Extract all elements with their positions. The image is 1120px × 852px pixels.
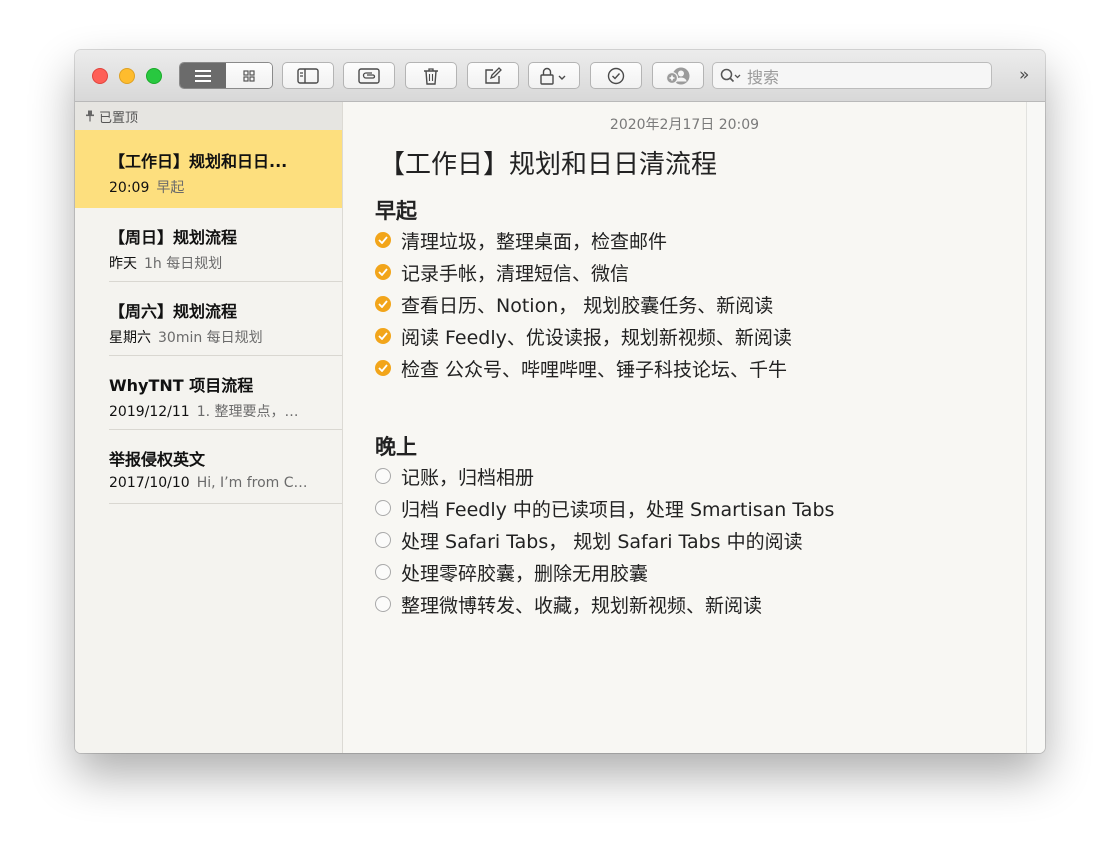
delete-button[interactable] (405, 62, 457, 89)
checklist-item: 处理零碎胶囊，删除无用胶囊 (375, 556, 834, 588)
note-meta: 20:09 早起 (109, 177, 342, 197)
checklist-item: 处理 Safari Tabs， 规划 Safari Tabs 中的阅读 (375, 524, 834, 556)
note-heading: 【工作日】规划和日日清流程 (379, 150, 718, 180)
toggle-sidebar-button[interactable] (282, 62, 334, 89)
note-title: 【工作日】规划和日日... (109, 152, 288, 171)
checklist-evening: 记账，归档相册 归档 Feedly 中的已读项目，处理 Smartisan Ta… (375, 460, 834, 620)
checklist-item: 清理垃圾，整理桌面，检查邮件 (375, 224, 792, 256)
grid-icon (243, 69, 255, 82)
sidebar-icon (297, 67, 319, 84)
note-meta: 2019/12/11 1. 整理要点，… (109, 401, 342, 421)
gallery-view-button[interactable] (226, 63, 272, 88)
lock-icon (540, 67, 566, 85)
note-meta: 星期六 30min 每日规划 (109, 327, 342, 347)
search-placeholder: 搜索 (747, 67, 780, 87)
note-time: 昨天 (109, 256, 137, 272)
note-meta: 2017/10/10 Hi, I’m from C… (109, 475, 342, 491)
toolbar-overflow-button[interactable]: » (1019, 65, 1029, 85)
checklist-item: 记录手帐，清理短信、微信 (375, 256, 792, 288)
note-time: 星期六 (109, 330, 151, 346)
note-time: 2017/10/10 (109, 475, 190, 491)
note-preview: 1. 整理要点，… (196, 404, 299, 420)
pinned-label: 已置顶 (99, 110, 139, 126)
note-time: 20:09 (109, 180, 150, 196)
attachment-browser-icon (358, 67, 380, 84)
checklist-morning: 清理垃圾，整理桌面，检查邮件 记录手帐，清理短信、微信 查看日历、Notion，… (375, 224, 792, 384)
checked-circle-icon[interactable] (375, 328, 391, 344)
checked-circle-icon[interactable] (375, 264, 391, 280)
checklist-item: 整理微博转发、收藏，规划新视频、新阅读 (375, 588, 834, 620)
note-list: 已置顶 【工作日】规划和日日... 20:09 早起 【周日】规划流程 昨天 1h … (75, 102, 343, 753)
zoom-window-button[interactable] (146, 68, 162, 84)
attachments-button[interactable] (343, 62, 395, 89)
unchecked-circle-icon[interactable] (375, 596, 391, 612)
view-mode-segmented-control (179, 62, 273, 89)
checklist-item-text[interactable]: 记账，归档相册 (401, 463, 534, 490)
note-title: 【周六】规划流程 (109, 302, 238, 321)
checklist-item-text[interactable]: 查看日历、Notion， 规划胶囊任务、新阅读 (401, 291, 773, 318)
search-field[interactable]: 搜索 (712, 62, 992, 89)
note-list-item[interactable]: 【工作日】规划和日日... 20:09 早起 (75, 130, 342, 208)
checklist-item: 查看日历、Notion， 规划胶囊任务、新阅读 (375, 288, 792, 320)
note-title: WhyTNT 项目流程 (109, 376, 254, 395)
search-icon (720, 68, 741, 82)
checklist-item-text[interactable]: 处理零碎胶囊，删除无用胶囊 (401, 559, 648, 586)
compose-icon (485, 66, 502, 84)
list-view-button[interactable] (180, 63, 226, 88)
section-heading-evening: 晚上 (375, 435, 417, 459)
note-preview: 早起 (156, 180, 185, 196)
close-window-button[interactable] (92, 68, 108, 84)
checked-circle-icon[interactable] (375, 360, 391, 376)
minimize-window-button[interactable] (119, 68, 135, 84)
add-people-icon (665, 67, 690, 84)
note-preview: 30min 每日规划 (158, 330, 263, 346)
unchecked-circle-icon[interactable] (375, 564, 391, 580)
note-list-item[interactable]: 【周六】规划流程 星期六 30min 每日规划 (75, 282, 342, 356)
pin-icon (86, 110, 94, 122)
pinned-section-header: 已置顶 (75, 102, 342, 130)
checklist-item-text[interactable]: 阅读 Feedly、优设读报，规划新视频、新阅读 (401, 323, 792, 350)
divider (109, 503, 342, 504)
note-time: 2019/12/11 (109, 404, 190, 420)
checklist-item-text[interactable]: 清理垃圾，整理桌面，检查邮件 (401, 227, 667, 254)
vertical-scrollbar[interactable] (1026, 102, 1045, 753)
checklist-item-text[interactable]: 记录手帐，清理短信、微信 (401, 259, 629, 286)
note-list-item[interactable]: 【周日】规划流程 昨天 1h 每日规划 (75, 208, 342, 282)
unchecked-circle-icon[interactable] (375, 468, 391, 484)
unchecked-circle-icon[interactable] (375, 500, 391, 516)
note-preview: Hi, I’m from C… (196, 475, 308, 491)
list-icon (195, 69, 211, 82)
toolbar: 搜索 » (75, 50, 1045, 102)
checklist-item: 归档 Feedly 中的已读项目，处理 Smartisan Tabs (375, 492, 834, 524)
note-title: 【周日】规划流程 (109, 228, 238, 247)
note-meta: 昨天 1h 每日规划 (109, 253, 342, 273)
checklist-icon (607, 67, 625, 84)
trash-icon (424, 67, 438, 85)
notes-window: 搜索 » 已置顶 【工作日】规划和日日... 20:09 早起 【周日】规划流程 … (75, 50, 1045, 753)
checklist-item-text[interactable]: 整理微博转发、收藏，规划新视频、新阅读 (401, 591, 762, 618)
checklist-item-text[interactable]: 检查 公众号、哔哩哔哩、锤子科技论坛、千牛 (401, 355, 787, 382)
note-preview: 1h 每日规划 (144, 256, 223, 272)
lock-note-button[interactable] (528, 62, 580, 89)
new-note-button[interactable] (467, 62, 519, 89)
note-editor[interactable]: 2020年2月17日 20:09 【工作日】规划和日日清流程 早起 清理垃圾，整… (343, 102, 1026, 753)
unchecked-circle-icon[interactable] (375, 532, 391, 548)
checked-circle-icon[interactable] (375, 296, 391, 312)
checklist-item: 阅读 Feedly、优设读报，规划新视频、新阅读 (375, 320, 792, 352)
checklist-item: 记账，归档相册 (375, 460, 834, 492)
note-title: 举报侵权英文 (109, 450, 206, 469)
checklist-item-text[interactable]: 处理 Safari Tabs， 规划 Safari Tabs 中的阅读 (401, 527, 803, 554)
add-people-button[interactable] (652, 62, 704, 89)
checklist-item-text[interactable]: 归档 Feedly 中的已读项目，处理 Smartisan Tabs (401, 495, 834, 522)
note-list-item[interactable]: WhyTNT 项目流程 2019/12/11 1. 整理要点，… (75, 356, 342, 430)
checked-circle-icon[interactable] (375, 232, 391, 248)
checklist-button[interactable] (590, 62, 642, 89)
section-heading-morning: 早起 (375, 199, 417, 223)
checklist-item: 检查 公众号、哔哩哔哩、锤子科技论坛、千牛 (375, 352, 792, 384)
note-date: 2020年2月17日 20:09 (609, 117, 760, 133)
note-list-item[interactable]: 举报侵权英文 2017/10/10 Hi, I’m from C… (75, 430, 342, 504)
